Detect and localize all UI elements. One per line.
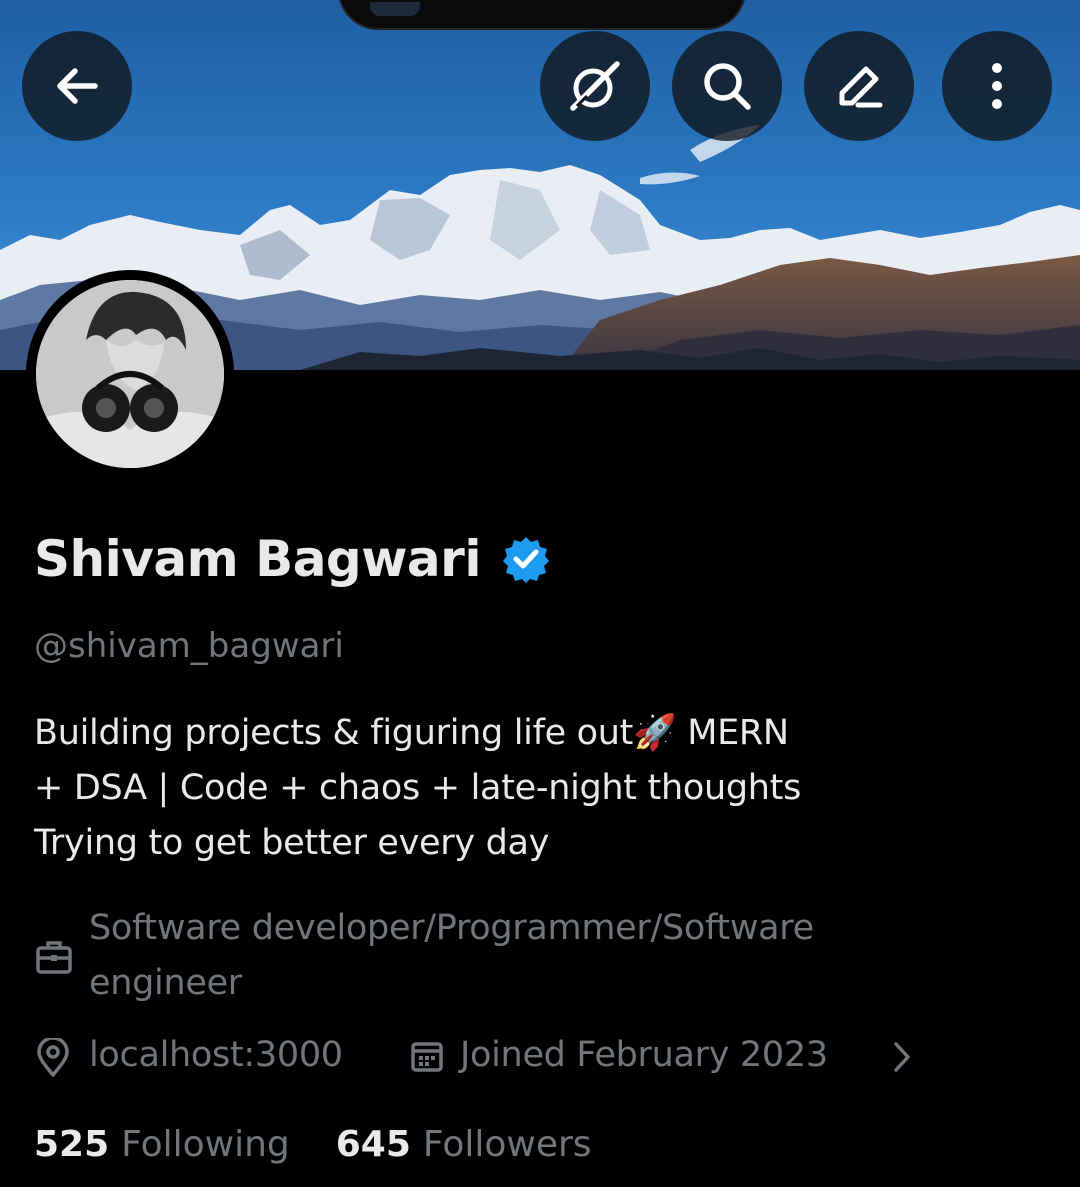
profile-location: localhost:3000 [89, 1035, 343, 1075]
grok-icon [570, 61, 620, 111]
location-pin-icon [36, 1038, 70, 1078]
profile-handle: @shivam_bagwari [34, 626, 344, 666]
bio-line: Building projects & figuring life out🚀 M… [34, 713, 789, 753]
profile-joined-date: Joined February 2023 [460, 1035, 828, 1075]
followers-link[interactable]: 645 Followers [336, 1124, 592, 1165]
profile-avatar[interactable] [26, 270, 234, 478]
profile-bio: Building projects & figuring life out🚀 M… [34, 706, 934, 871]
following-label: Following [121, 1123, 290, 1165]
verified-badge-icon[interactable] [501, 534, 551, 584]
bio-line: + DSA | Code + chaos + late-night though… [34, 768, 802, 808]
edit-button[interactable] [804, 31, 914, 141]
grok-button[interactable] [540, 31, 650, 141]
back-button[interactable] [22, 31, 132, 141]
following-link[interactable]: 525 Following [34, 1124, 290, 1165]
search-button[interactable] [672, 31, 782, 141]
edit-icon [839, 66, 883, 108]
search-icon [704, 63, 751, 110]
back-arrow-icon [57, 68, 98, 104]
followers-label: Followers [422, 1123, 592, 1165]
profile-stats: 525 Following 645 Followers [34, 1116, 592, 1172]
more-options-button[interactable] [942, 31, 1052, 141]
avatar-image [36, 280, 224, 468]
status-bar-notch [338, 0, 746, 30]
chevron-right-icon[interactable] [890, 1040, 914, 1074]
profile-name: Shivam Bagwari [34, 530, 481, 588]
calendar-icon [410, 1039, 444, 1073]
profile-name-row: Shivam Bagwari [34, 524, 551, 594]
briefcase-icon [34, 938, 74, 976]
more-vertical-icon [992, 63, 1002, 109]
profession-line: engineer [89, 963, 242, 1003]
following-count: 525 [34, 1123, 110, 1165]
followers-count: 645 [335, 1123, 411, 1165]
bio-line: Trying to get better every day [34, 823, 550, 863]
profession-line: Software developer/Programmer/Software [89, 908, 814, 948]
